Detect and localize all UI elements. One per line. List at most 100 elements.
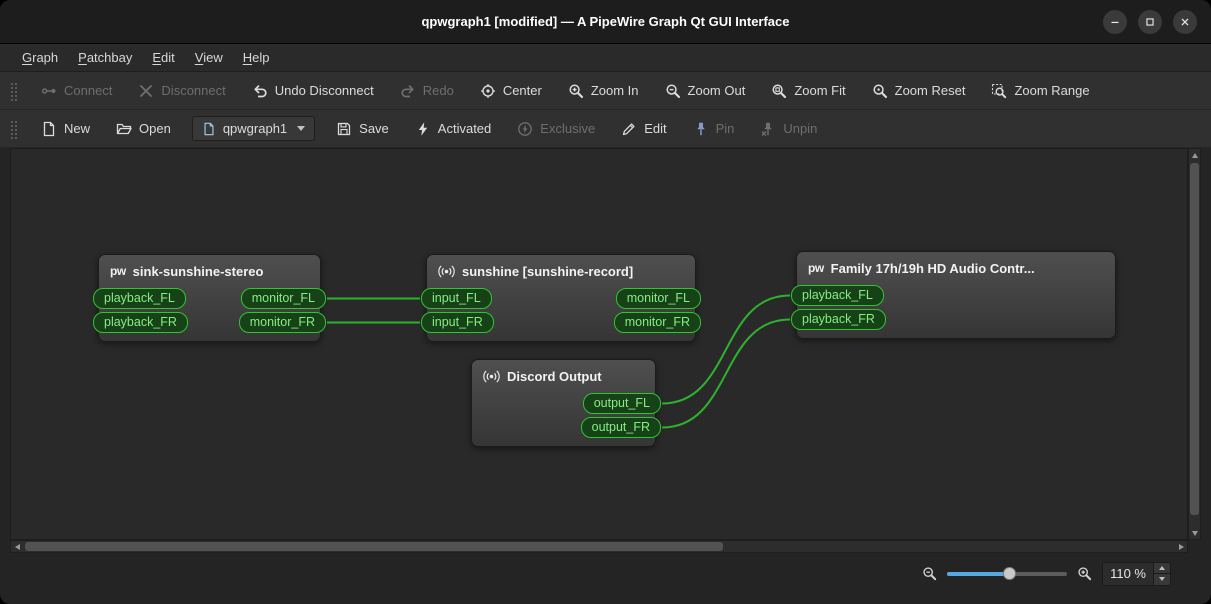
- toolbar-handle[interactable]: [10, 118, 18, 139]
- menu-patchbay[interactable]: Patchbay: [68, 45, 142, 70]
- scroll-right-button[interactable]: [1175, 541, 1187, 552]
- spin-down-button[interactable]: [1154, 573, 1170, 585]
- toolbar-patchbay: New Open qpwgraph1 Save Activated Exclus…: [0, 110, 1211, 148]
- new-document-icon: [43, 121, 55, 136]
- minimize-button[interactable]: [1103, 9, 1127, 34]
- center-button[interactable]: Center: [471, 77, 551, 105]
- zoom-reset-button[interactable]: Zoom Reset: [863, 77, 975, 105]
- disconnect-icon: [140, 84, 153, 97]
- menu-edit[interactable]: Edit: [142, 45, 184, 70]
- connect-icon: [41, 87, 56, 94]
- connect-button: Connect: [32, 77, 121, 105]
- audio-node-icon: [438, 265, 455, 278]
- port-monitor_FL[interactable]: monitor_FL: [240, 288, 326, 309]
- port-playback_FR[interactable]: playback_FR: [791, 309, 886, 330]
- edit-button[interactable]: Edit: [612, 115, 675, 143]
- zoom-value[interactable]: 110 %: [1103, 563, 1153, 585]
- connect-label: Connect: [64, 83, 113, 98]
- open-button[interactable]: Open: [107, 115, 180, 143]
- menu-view[interactable]: View: [185, 45, 233, 70]
- scroll-down-button[interactable]: [1189, 527, 1200, 539]
- node-title: sink-sunshine-stereo: [132, 264, 264, 279]
- zoom-out-button[interactable]: Zoom Out: [656, 77, 755, 105]
- port-playback_FR[interactable]: playback_FR: [93, 312, 188, 333]
- arrow-up-icon: [1191, 152, 1198, 158]
- zoom-reset-label: Zoom Reset: [894, 83, 966, 98]
- activated-button[interactable]: Activated: [406, 115, 500, 143]
- zoom-fit-button[interactable]: Zoom Fit: [762, 77, 854, 105]
- edit-label: Edit: [644, 121, 667, 136]
- toolbar-handle[interactable]: [10, 80, 18, 101]
- minimize-icon: [1111, 21, 1119, 23]
- arrow-down-icon: [1191, 530, 1198, 536]
- save-button[interactable]: Save: [327, 115, 398, 143]
- zoom-in-button[interactable]: Zoom In: [559, 77, 648, 105]
- center-icon: [480, 83, 495, 98]
- maximize-button[interactable]: [1138, 9, 1162, 34]
- vertical-scrollbar[interactable]: [1188, 148, 1201, 540]
- menu-help[interactable]: Help: [233, 45, 280, 70]
- horizontal-scrollbar[interactable]: [10, 540, 1188, 553]
- zoom-slider-thumb[interactable]: [1002, 567, 1016, 580]
- node-title: Family 17h/19h HD Audio Contr...: [830, 261, 1035, 276]
- new-button[interactable]: New: [32, 115, 99, 143]
- spin-up-button[interactable]: [1154, 562, 1170, 573]
- vertical-scrollbar-thumb[interactable]: [1190, 163, 1199, 515]
- arrow-down-icon: [1159, 577, 1165, 582]
- port-playback_FL[interactable]: playback_FL: [791, 285, 884, 306]
- undo-disconnect-button[interactable]: Undo Disconnect: [243, 77, 383, 105]
- zoom-in-label: Zoom In: [590, 83, 639, 98]
- node-header[interactable]: Discord Output: [472, 360, 655, 389]
- close-button[interactable]: [1173, 9, 1197, 34]
- menu-graph[interactable]: Graph: [12, 45, 68, 70]
- save-label: Save: [359, 121, 389, 136]
- undo-icon: [254, 84, 267, 97]
- port-input_FL[interactable]: input_FL: [421, 288, 492, 309]
- node-header[interactable]: sunshine [sunshine-record]: [427, 255, 695, 284]
- node-sunshine[interactable]: sunshine [sunshine-record] input_FL inpu…: [421, 254, 701, 342]
- port-output_FL[interactable]: output_FL: [582, 393, 661, 414]
- statusbar-zoom-in-icon[interactable]: [1077, 566, 1092, 581]
- zoom-fit-icon: [772, 83, 787, 98]
- node-family-hd-audio[interactable]: pw Family 17h/19h HD Audio Contr... play…: [791, 251, 1116, 339]
- scroll-up-button[interactable]: [1189, 149, 1200, 161]
- graph-frame: pw sink-sunshine-stereo playback_FL play…: [10, 148, 1201, 553]
- port-monitor_FR[interactable]: monitor_FR: [613, 312, 701, 333]
- activated-label: Activated: [437, 121, 492, 136]
- patchbay-combo[interactable]: qpwgraph1: [191, 116, 316, 141]
- maximize-icon: [1146, 17, 1154, 26]
- zoom-range-label: Zoom Range: [1014, 83, 1090, 98]
- zoom-spinbox[interactable]: 110 %: [1102, 561, 1171, 586]
- port-monitor_FL[interactable]: monitor_FL: [615, 288, 701, 309]
- titlebar[interactable]: qpwgraph1 [modified] — A PipeWire Graph …: [0, 0, 1211, 44]
- open-folder-icon: [116, 123, 132, 134]
- statusbar: 110 %: [0, 553, 1211, 604]
- port-input_FR[interactable]: input_FR: [421, 312, 494, 333]
- zoom-range-button[interactable]: Zoom Range: [982, 77, 1098, 105]
- zoom-fit-label: Zoom Fit: [794, 83, 846, 98]
- node-header[interactable]: pw Family 17h/19h HD Audio Contr...: [797, 252, 1115, 281]
- patchbay-combo-label: qpwgraph1: [222, 121, 288, 136]
- redo-label: Redo: [422, 83, 454, 98]
- statusbar-zoom-out-icon[interactable]: [922, 566, 937, 581]
- node-header[interactable]: pw sink-sunshine-stereo: [99, 255, 320, 284]
- zoom-slider[interactable]: [947, 566, 1068, 582]
- port-output_FR[interactable]: output_FR: [580, 417, 661, 438]
- zoom-slider-fill: [947, 571, 1010, 576]
- arrow-left-icon: [14, 543, 20, 550]
- save-icon: [338, 122, 351, 135]
- port-playback_FL[interactable]: playback_FL: [93, 288, 186, 309]
- port-monitor_FR[interactable]: monitor_FR: [238, 312, 326, 333]
- zoom-in-icon: [569, 83, 583, 98]
- node-discord-output[interactable]: Discord Output output_FL output_FR: [471, 359, 661, 447]
- spinbox-arrows: [1153, 562, 1170, 585]
- undo-disconnect-label: Undo Disconnect: [274, 83, 374, 98]
- horizontal-scrollbar-thumb[interactable]: [25, 542, 723, 551]
- zoom-out-label: Zoom Out: [687, 83, 746, 98]
- lightning-icon: [418, 121, 427, 136]
- scroll-left-button[interactable]: [11, 541, 23, 552]
- zoom-range-icon: [992, 83, 1007, 98]
- node-sink-sunshine-stereo[interactable]: pw sink-sunshine-stereo playback_FL play…: [93, 254, 326, 342]
- graph-canvas[interactable]: pw sink-sunshine-stereo playback_FL play…: [10, 148, 1188, 540]
- center-label: Center: [502, 83, 542, 98]
